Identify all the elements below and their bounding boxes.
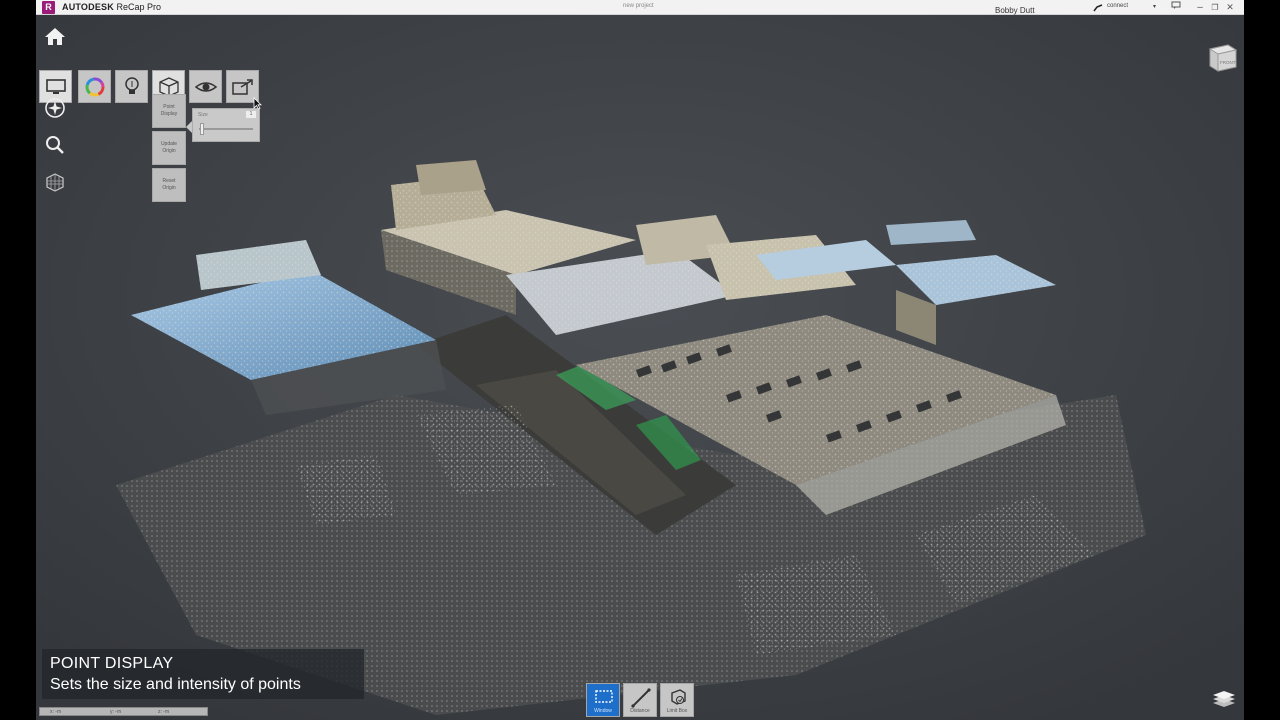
eye-icon [194,81,217,92]
caption-subtitle: Sets the size and intensity of points [50,676,301,693]
coord-x: x: -m [50,709,62,715]
update-origin-label: Update Origin [160,141,178,154]
search-icon[interactable] [42,132,68,158]
view-cube-face: FRONT [1220,60,1236,65]
orbit-icon[interactable] [42,95,68,121]
app-title: AUTODESK ReCap Pro [62,1,161,14]
home-icon[interactable] [42,23,68,49]
point-cloud-viewport[interactable]: Point Display Size 1 Update Origin Reset… [36,15,1244,720]
export-icon [231,78,253,95]
connect-icon[interactable] [1093,3,1103,12]
brand-name: AUTODESK [62,2,114,12]
coordinate-readout: x: -m y: -m z: -m [39,707,208,716]
chevron-down-icon[interactable]: ▾ [1153,3,1156,10]
color-mode-button[interactable] [78,70,111,103]
lightbulb-icon [124,76,139,94]
tutorial-caption: POINT DISPLAY Sets the size and intensit… [42,649,364,699]
scan-grid-icon[interactable] [42,169,68,195]
update-origin-button[interactable]: Update Origin [152,131,186,165]
letterbox-left [0,0,36,720]
layers-icon[interactable] [1211,689,1237,709]
size-slider-track[interactable] [199,128,253,130]
coord-y: y: -m [110,709,122,715]
distance-button[interactable]: Distance [623,683,657,717]
window-select-icon [595,690,613,703]
caption-title: POINT DISPLAY [50,655,174,672]
view-cube[interactable]: FRONT [1206,41,1240,75]
comment-icon[interactable] [1167,0,1185,15]
monitor-icon [45,78,66,94]
project-name: new project [623,3,654,9]
point-display-button[interactable]: Point Display [152,94,186,128]
limit-box-icon [671,689,686,705]
size-value[interactable]: 1 [246,111,256,118]
recap-window: R AUTODESK ReCap Pro new project Bobby D… [36,0,1244,720]
letterbox-right [1244,0,1280,720]
product-name: ReCap Pro [116,2,161,12]
coord-z: z: -m [158,709,170,715]
limit-box-label: Limit Box [666,708,688,714]
user-name[interactable]: Bobby Dutt [995,6,1035,15]
connect-label[interactable]: connect [1107,3,1128,9]
reset-origin-button[interactable]: Reset Origin [152,168,186,202]
color-wheel-icon [85,77,104,96]
mouse-cursor-icon [253,97,262,110]
window-select-label: Window [594,708,612,714]
recap-logo: R [42,1,55,14]
size-label: Size [198,112,208,118]
window-select-button[interactable]: Window [586,683,620,717]
point-display-label: Point Display [160,104,178,117]
distance-label: Distance [630,708,650,714]
title-bar: R AUTODESK ReCap Pro new project Bobby D… [36,0,1244,15]
point-size-panel: Size 1 [192,108,260,142]
size-slider-thumb[interactable] [199,123,204,135]
close-button[interactable]: ✕ [1221,0,1239,15]
reset-origin-label: Reset Origin [162,178,176,191]
visibility-button[interactable] [189,70,222,103]
limit-box-button[interactable]: Limit Box [660,683,694,717]
ruler-icon [631,688,651,708]
lighting-button[interactable] [115,70,148,103]
